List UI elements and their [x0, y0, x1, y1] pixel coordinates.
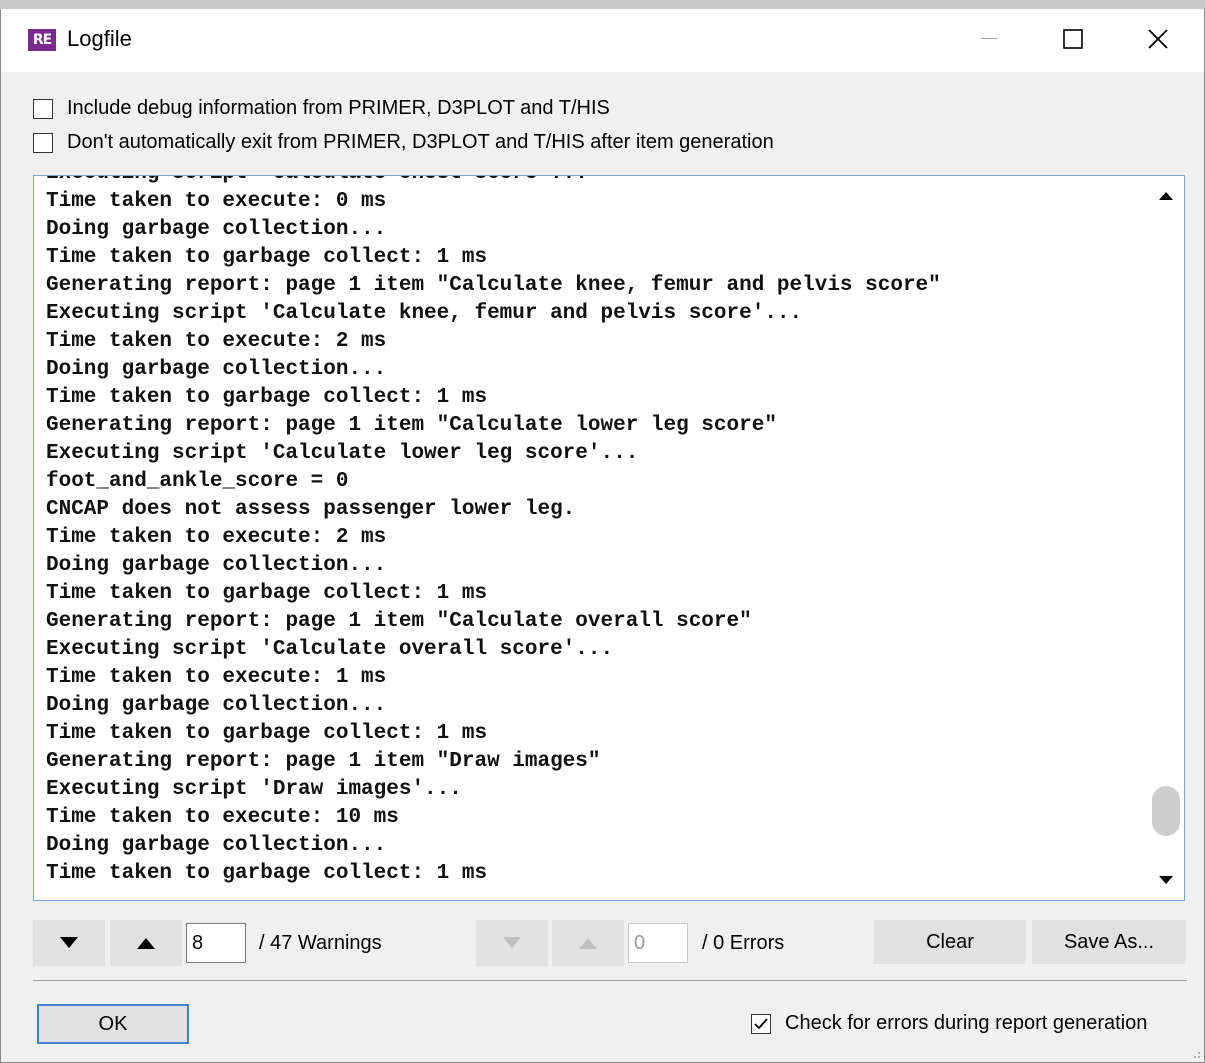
check-errors-option[interactable]: Check for errors during report generatio…: [751, 1012, 1147, 1035]
save-as-button[interactable]: Save As...: [1032, 920, 1186, 964]
log-line: Doing garbage collection...: [46, 834, 387, 857]
window-title: Logfile: [67, 26, 132, 51]
logfile-dialog: RE Logfile Include debug information fro…: [0, 9, 1205, 1063]
log-line: Executing script 'Draw images'...: [46, 778, 462, 801]
error-index-input[interactable]: 0: [628, 923, 688, 963]
previous-error-button[interactable]: [552, 920, 624, 966]
maximize-icon: [1063, 29, 1083, 49]
log-line: Doing garbage collection...: [46, 694, 387, 717]
check-errors-label: Check for errors during report generatio…: [785, 1012, 1148, 1034]
warning-index-input[interactable]: 8: [186, 923, 246, 963]
log-line: Time taken to garbage collect: 1 ms: [46, 246, 488, 269]
log-line: Executing script 'Calculate chest score'…: [46, 176, 941, 188]
scrollbar-thumb[interactable]: [1152, 786, 1180, 836]
check-errors-checkbox[interactable]: [751, 1013, 771, 1034]
next-warning-button[interactable]: [33, 920, 105, 966]
scroll-up-button[interactable]: [1159, 188, 1173, 202]
log-line: Generating report: page 1 item "Draw ima…: [46, 750, 601, 773]
clear-button[interactable]: Clear: [874, 920, 1026, 964]
log-line: Generating report: page 1 item "Calculat…: [46, 274, 941, 297]
debug-label: Include debug information from PRIMER, D…: [67, 97, 610, 119]
log-line: Time taken to garbage collect: 1 ms: [46, 722, 488, 745]
log-line: Generating report: page 1 item "Calculat…: [46, 414, 777, 437]
log-line: Time taken to execute: 2 ms: [46, 330, 387, 353]
checkmark-icon: [754, 1017, 768, 1029]
log-line: Executing script 'Calculate knee, femur …: [46, 302, 803, 325]
log-line: Time taken to garbage collect: 1 ms: [46, 582, 488, 605]
up-arrow-icon: [137, 938, 155, 949]
log-line: Executing script 'Calculate lower leg sc…: [46, 442, 639, 465]
no-exit-option[interactable]: Don't automatically exit from PRIMER, D3…: [33, 131, 774, 154]
divider: [33, 980, 1187, 981]
close-button[interactable]: [1123, 9, 1193, 69]
log-line: Executing script 'Calculate overall scor…: [46, 638, 614, 661]
log-line: foot_and_ankle_score = 0: [46, 470, 349, 493]
no-exit-label: Don't automatically exit from PRIMER, D3…: [67, 131, 774, 153]
log-line: Generating report: page 1 item "Calculat…: [46, 610, 752, 633]
down-arrow-icon: [60, 937, 78, 948]
ok-button[interactable]: OK: [37, 1004, 189, 1044]
log-line: Doing garbage collection...: [46, 554, 387, 577]
log-line: Time taken to execute: 1 ms: [46, 666, 387, 689]
log-line: Time taken to execute: 2 ms: [46, 526, 387, 549]
debug-option[interactable]: Include debug information from PRIMER, D…: [33, 97, 610, 120]
minimize-button[interactable]: [954, 9, 1024, 69]
previous-warning-button[interactable]: [110, 920, 182, 966]
log-line: Time taken to execute: 10 ms: [46, 806, 399, 829]
log-output[interactable]: Executing script 'Calculate chest score'…: [33, 175, 1185, 901]
log-line: Time taken to execute: 0 ms: [46, 190, 387, 213]
warnings-total-label: / 47 Warnings: [259, 932, 382, 954]
log-line: Doing garbage collection...: [46, 358, 387, 381]
log-line: Time taken to garbage collect: 1 ms: [46, 862, 488, 885]
log-line: Time taken to garbage collect: 1 ms: [46, 386, 488, 409]
up-arrow-icon: [579, 938, 597, 949]
next-error-button[interactable]: [476, 920, 548, 966]
log-lines: Executing script 'Calculate chest score'…: [46, 176, 941, 888]
app-icon: RE: [28, 29, 56, 51]
no-exit-checkbox[interactable]: [33, 132, 53, 153]
resize-grip-icon[interactable]: [1191, 1049, 1201, 1059]
title-bar[interactable]: RE Logfile: [1, 9, 1204, 72]
background-strip: [0, 0, 1205, 9]
down-arrow-icon: [503, 937, 521, 948]
debug-checkbox[interactable]: [33, 98, 53, 119]
log-line: Doing garbage collection...: [46, 218, 387, 241]
maximize-button[interactable]: [1038, 9, 1108, 69]
minimize-icon: [981, 38, 997, 39]
scroll-down-arrow-icon: [1159, 876, 1173, 884]
log-line: CNCAP does not assess passenger lower le…: [46, 498, 576, 521]
close-icon: [1148, 29, 1168, 49]
scroll-up-arrow-icon: [1159, 192, 1173, 200]
scroll-down-button[interactable]: [1159, 874, 1173, 888]
errors-total-label: / 0 Errors: [702, 932, 785, 954]
